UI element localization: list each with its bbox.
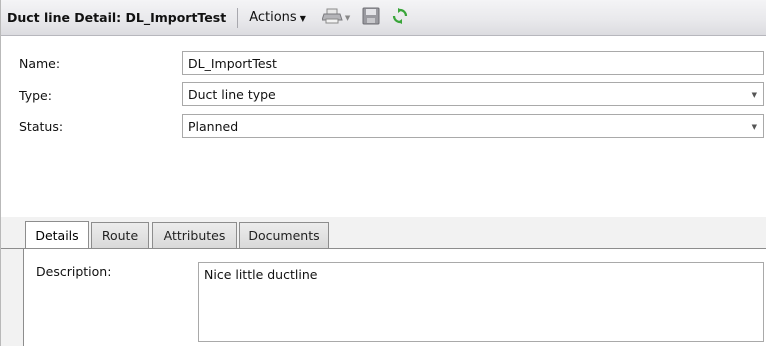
save-icon (362, 7, 380, 28)
status-select[interactable]: Planned ▼ (182, 114, 764, 138)
description-field[interactable]: Nice little ductline (198, 262, 764, 342)
outer-margin (1, 249, 23, 346)
description-value: Nice little ductline (204, 267, 318, 282)
actions-label: Actions (249, 10, 297, 25)
description-label: Description: (36, 264, 112, 279)
name-field[interactable]: DL_ImportTest (182, 51, 764, 75)
name-label: Name: (19, 56, 61, 71)
toolbar-separator (237, 7, 239, 28)
tab-route[interactable]: Route (91, 222, 149, 248)
chevron-down-icon: ▼ (751, 91, 757, 99)
tab-label: Attributes (163, 228, 226, 243)
duct-line-detail-window: Duct line Detail: DL_ImportTest Actions … (0, 0, 766, 346)
tab-details[interactable]: Details (25, 221, 89, 249)
window-title: Duct line Detail: DL_ImportTest (7, 10, 227, 25)
tab-label: Route (101, 228, 139, 243)
status-value: Planned (188, 119, 239, 134)
refresh-icon (392, 8, 408, 27)
tab-label: Details (35, 228, 79, 243)
actions-menu-button[interactable]: Actions ▼ (249, 10, 306, 25)
print-options-chevron-icon: ▼ (344, 13, 351, 22)
tab-documents[interactable]: Documents (239, 222, 329, 248)
chevron-down-icon: ▼ (299, 13, 306, 23)
general-form: Name: DL_ImportTest Type: Duct line type… (1, 37, 766, 217)
type-value: Duct line type (188, 87, 276, 102)
name-value: DL_ImportTest (188, 56, 277, 71)
print-icon (321, 8, 344, 27)
type-select[interactable]: Duct line type ▼ (182, 82, 764, 106)
print-button[interactable]: ▼ (321, 7, 351, 29)
tab-attributes[interactable]: Attributes (152, 222, 237, 248)
detail-header-toolbar: Duct line Detail: DL_ImportTest Actions … (1, 0, 766, 36)
tab-label: Documents (248, 228, 320, 243)
save-button[interactable] (362, 7, 380, 29)
status-label: Status: (19, 119, 64, 134)
type-label: Type: (19, 88, 52, 103)
chevron-down-icon: ▼ (751, 123, 757, 131)
refresh-button[interactable] (392, 7, 408, 29)
